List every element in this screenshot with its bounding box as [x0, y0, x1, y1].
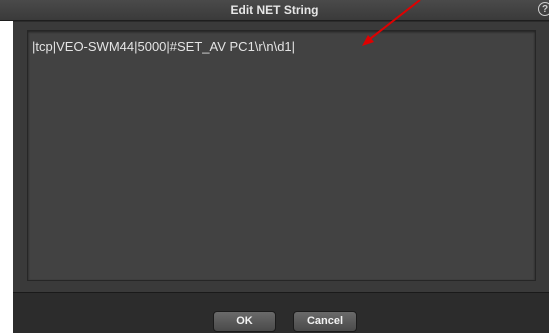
edit-net-string-dialog: Edit NET String ? |tcp|VEO-SWM44|5000|#S… — [0, 0, 549, 333]
left-edge-strip — [0, 21, 13, 333]
ok-button[interactable]: OK — [213, 311, 276, 332]
title-bar: Edit NET String ? — [0, 0, 549, 21]
net-string-editor[interactable]: |tcp|VEO-SWM44|5000|#SET_AV PC1\r\n\d1| — [27, 30, 536, 281]
cancel-button[interactable]: Cancel — [293, 311, 357, 332]
help-icon[interactable]: ? — [538, 2, 549, 16]
editor-panel: |tcp|VEO-SWM44|5000|#SET_AV PC1\r\n\d1| — [13, 22, 549, 292]
button-bar: OK Cancel — [13, 292, 549, 333]
dialog-title: Edit NET String — [230, 3, 319, 17]
